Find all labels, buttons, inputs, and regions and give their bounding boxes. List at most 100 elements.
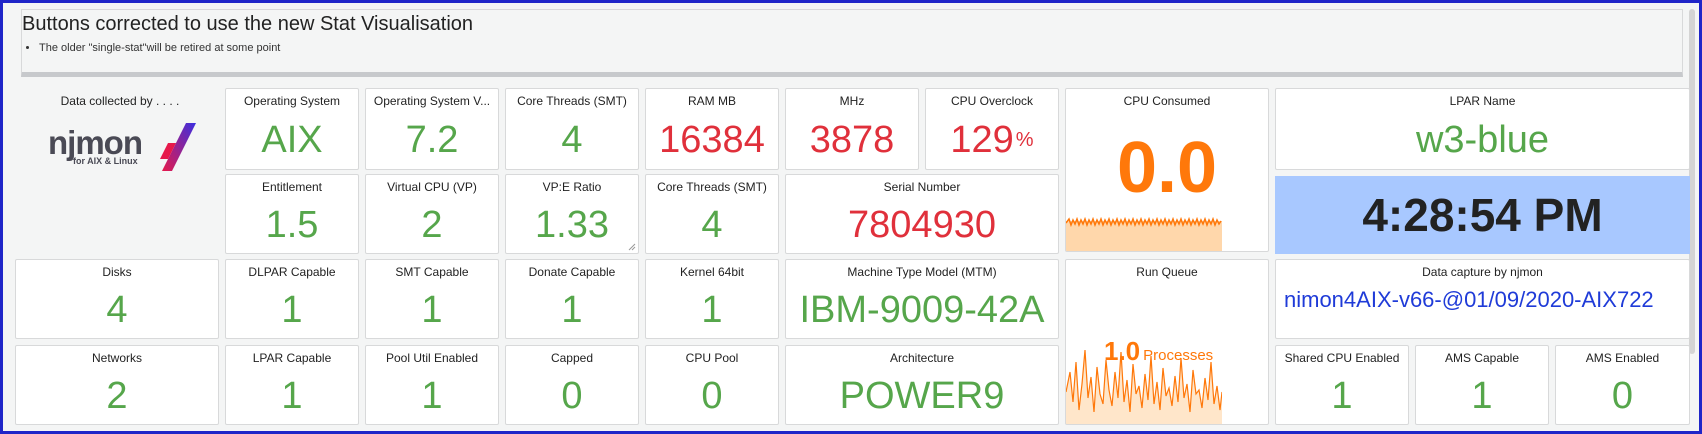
ams-capable-panel: AMS Capable 1 [1415, 345, 1549, 425]
stat-value: 1 [421, 374, 443, 417]
logo-subtitle: for AIX & Linux [73, 156, 138, 166]
cpu-overclock-panel: CPU Overclock 129% [925, 88, 1059, 170]
stat-value: IBM-9009-42A [799, 288, 1045, 331]
resize-handle-icon[interactable] [628, 243, 636, 251]
networks-panel: Networks 2 [15, 345, 219, 425]
panel-title: Run Queue [1136, 265, 1198, 279]
virtual-cpu-panel: Virtual CPU (VP) 2 [365, 174, 499, 254]
os-version-panel: Operating System V... 7.2 [365, 88, 499, 170]
stat-value: 4 [106, 288, 128, 331]
stat-value: 129% [926, 111, 1058, 169]
shared-cpu-panel: Shared CPU Enabled 1 [1275, 345, 1409, 425]
panel-title: Donate Capable [528, 265, 616, 279]
stat-value: 2 [421, 203, 443, 246]
donate-capable-panel: Donate Capable 1 [505, 259, 639, 339]
panel-title: Networks [91, 351, 142, 365]
data-capture-panel: Data capture by njmon nimon4AIX-v66-@01/… [1275, 259, 1690, 339]
run-queue-value: 1.0 Processes [1104, 336, 1213, 367]
logo-slash-icon [160, 123, 196, 171]
cpu-consumed-panel: CPU Consumed 0.0 [1065, 88, 1269, 252]
panel-title: Kernel 64bit [679, 265, 745, 279]
text-panel: Buttons corrected to use the new Stat Vi… [21, 9, 1683, 77]
panel-title: LPAR Name [1449, 94, 1516, 108]
kernel-64bit-panel: Kernel 64bit 1 [645, 259, 779, 339]
value-number: 1.0 [1104, 336, 1141, 366]
njmon-logo: njmon for AIX & Linux [43, 118, 196, 178]
cpu-sparkline [1066, 217, 1222, 251]
operating-system-panel: Operating System AIX [225, 88, 359, 170]
vp-e-ratio-panel: VP:E Ratio 1.33 [505, 174, 639, 254]
core-threads-panel-2: Core Threads (SMT) 4 [645, 174, 779, 254]
stat-value: 1 [281, 288, 303, 331]
panel-title: MHz [839, 94, 865, 108]
capped-panel: Capped 0 [505, 345, 639, 425]
panel-title: Capped [550, 351, 594, 365]
panel-title: Data collected by . . . . [60, 94, 180, 108]
ams-enabled-panel: AMS Enabled 0 [1555, 345, 1690, 425]
stat-value: 16384 [659, 118, 765, 161]
panel-heading: Buttons corrected to use the new Stat Vi… [22, 13, 474, 35]
stat-value: 7.2 [405, 118, 459, 161]
stat-value: 2 [106, 374, 128, 417]
stat-value: 1 [281, 374, 303, 417]
stat-value: POWER9 [839, 374, 1005, 417]
stat-value: 4 [701, 203, 723, 246]
panel-title: Serial Number [883, 180, 961, 194]
panel-title: Operating System [243, 94, 341, 108]
disks-panel: Disks 4 [15, 259, 219, 339]
panel-title: Operating System V... [373, 94, 491, 108]
dashboard-frame: Buttons corrected to use the new Stat Vi… [0, 0, 1702, 434]
stat-value: 0.0 [1116, 128, 1218, 208]
panel-title: Core Threads (SMT) [517, 94, 627, 108]
value-number: 129 [950, 118, 1014, 161]
serial-number-panel: Serial Number 7804930 [785, 174, 1059, 254]
panel-title: Disks [102, 265, 132, 279]
panel-title: Virtual CPU (VP) [387, 180, 477, 194]
pool-util-panel: Pool Util Enabled 1 [365, 345, 499, 425]
smt-capable-panel: SMT Capable 1 [365, 259, 499, 339]
stat-value: nimon4AIX-v66-@01/09/2020-AIX722 [1284, 287, 1654, 312]
stat-value: 1 [1331, 374, 1353, 417]
note-item: The older "single-stat"will be retired a… [39, 42, 280, 54]
panel-title: CPU Pool [685, 351, 739, 365]
clock-display: 4:28:54 PM [1275, 176, 1690, 254]
stat-value: 3878 [809, 118, 895, 161]
lpar-capable-panel: LPAR Capable 1 [225, 345, 359, 425]
panel-title: AMS Capable [1444, 351, 1520, 365]
stat-value: 1 [421, 288, 443, 331]
entitlement-panel: Entitlement 1.5 [225, 174, 359, 254]
note-list: The older "single-stat"will be retired a… [22, 42, 280, 54]
value-unit: Processes [1143, 347, 1214, 364]
mtm-panel: Machine Type Model (MTM) IBM-9009-42A [785, 259, 1059, 339]
panel-title: VP:E Ratio [542, 180, 602, 194]
panel-title: Architecture [889, 351, 955, 365]
panel-title: LPAR Capable [252, 351, 332, 365]
panel-title: DLPAR Capable [248, 265, 336, 279]
stat-value: 0 [701, 374, 723, 417]
panel-title: Core Threads (SMT) [657, 180, 767, 194]
stat-value: 0 [1611, 374, 1634, 417]
stat-value: 1.5 [265, 203, 319, 246]
run-queue-panel: Run Queue 1.0 Processes [1065, 259, 1269, 425]
panel-title: CPU Overclock [950, 94, 1033, 108]
cpu-pool-panel: CPU Pool 0 [645, 345, 779, 425]
core-threads-panel: Core Threads (SMT) 4 [505, 88, 639, 170]
panel-title: Shared CPU Enabled [1284, 351, 1400, 365]
panel-title: Machine Type Model (MTM) [847, 265, 997, 279]
panel-title: SMT Capable [395, 265, 469, 279]
stat-value: 0 [561, 374, 583, 417]
stat-value: 1 [561, 288, 583, 331]
stat-value: 7804930 [848, 203, 996, 246]
stat-value: 1.33 [535, 203, 609, 246]
panel-title: Pool Util Enabled [385, 351, 479, 365]
stat-value: 4 [561, 118, 583, 161]
architecture-panel: Architecture POWER9 [785, 345, 1059, 425]
dlpar-capable-panel: DLPAR Capable 1 [225, 259, 359, 339]
value-unit: % [1015, 128, 1034, 151]
mhz-panel: MHz 3878 [785, 88, 919, 170]
stat-value: 1 [1471, 374, 1493, 417]
stat-value: 1 [701, 288, 723, 331]
panel-title: CPU Consumed [1123, 94, 1211, 108]
panel-title: AMS Enabled [1585, 351, 1660, 365]
stat-value: AIX [261, 118, 323, 161]
